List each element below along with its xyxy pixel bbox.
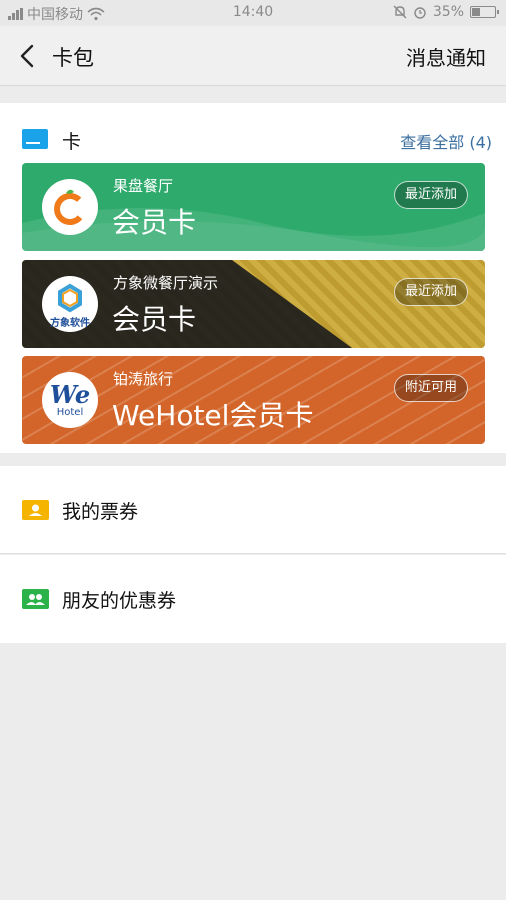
- back-arrow-icon[interactable]: [18, 44, 40, 68]
- battery-percent: 35%: [432, 4, 464, 20]
- my-tickets-label: 我的票券: [62, 501, 139, 523]
- status-bar: 中国移动 14:40 35%: [0, 0, 506, 26]
- fangxiang-logo-text: 方象软件: [50, 318, 90, 329]
- nav-bar: 卡包 消息通知: [0, 26, 506, 86]
- card-badge: 最近添加: [394, 278, 468, 306]
- card-merchant-name: 铂涛旅行: [113, 370, 174, 388]
- card-merchant-name: 果盘餐厅: [113, 177, 174, 195]
- card-badge: 附近可用: [394, 374, 468, 402]
- cards-section-header: 卡 查看全部 (4): [22, 127, 492, 153]
- card-name: 会员卡: [112, 206, 197, 239]
- bell-muted-icon: [393, 5, 407, 19]
- friends-icon: [22, 589, 49, 609]
- guopan-logo: [42, 179, 98, 235]
- cards-section-title: 卡: [62, 131, 82, 153]
- my-tickets-item[interactable]: 我的票券: [0, 466, 506, 554]
- card-name: 会员卡: [112, 303, 197, 336]
- card-merchant-name: 方象微餐厅演示: [113, 274, 219, 292]
- fangxiang-logo: 方象软件: [42, 276, 98, 332]
- card-badge: 最近添加: [394, 181, 468, 209]
- membership-card-guopan[interactable]: 果盘餐厅 会员卡 最近添加: [22, 163, 485, 251]
- friends-coupons-label: 朋友的优惠券: [62, 590, 177, 612]
- see-all-link[interactable]: 查看全部 (4): [400, 129, 492, 153]
- ticket-icon: [22, 500, 49, 520]
- page-title: 卡包: [52, 46, 94, 70]
- alarm-icon: [414, 7, 426, 19]
- membership-card-fangxiang[interactable]: 方象软件 方象微餐厅演示 会员卡 最近添加: [22, 260, 485, 348]
- cards-section: 卡 查看全部 (4) 果盘餐厅 会员卡 最近添加 方象软件 方象微餐厅演示 会员…: [0, 103, 506, 453]
- friends-coupons-item[interactable]: 朋友的优惠券: [0, 555, 506, 643]
- card-icon: [22, 129, 48, 149]
- wehotel-logo-subtext: Hotel: [56, 407, 84, 418]
- wehotel-logo: We Hotel: [42, 372, 98, 428]
- message-notification-button[interactable]: 消息通知: [406, 42, 486, 71]
- battery-icon: [470, 6, 499, 18]
- card-name: WeHotel会员卡: [112, 399, 314, 432]
- membership-card-wehotel[interactable]: We Hotel 铂涛旅行 WeHotel会员卡 附近可用: [22, 356, 485, 444]
- wehotel-logo-text: We: [49, 380, 91, 409]
